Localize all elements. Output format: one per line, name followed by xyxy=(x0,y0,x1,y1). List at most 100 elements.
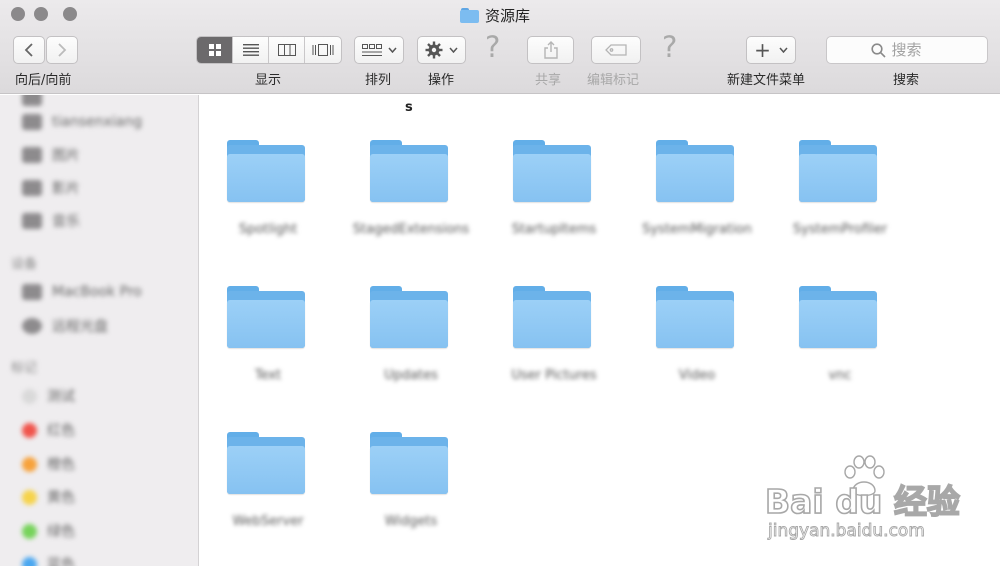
watermark-logo-text: Bai du 经验 xyxy=(764,481,960,522)
folder-icon xyxy=(227,140,305,202)
folder-icon xyxy=(799,286,877,348)
share-button[interactable] xyxy=(527,36,574,64)
sidebar-item-music[interactable]: 音乐 xyxy=(22,210,80,232)
sidebar-item-pictures[interactable]: 图片 xyxy=(22,144,80,166)
list-view-button[interactable] xyxy=(233,37,269,63)
back-button[interactable] xyxy=(13,36,45,64)
folder-icon xyxy=(370,286,448,348)
tag-dot-icon xyxy=(22,489,37,505)
arrange-grid-icon xyxy=(361,43,382,56)
sidebar-tag-item[interactable]: 测试 xyxy=(22,385,75,407)
sidebar-item-label: 图片 xyxy=(52,148,80,164)
cover-flow-view-button[interactable] xyxy=(305,37,341,63)
folder-name: Spotlight xyxy=(238,222,298,237)
folder-item[interactable]: Widgets xyxy=(341,432,481,542)
column-view-button[interactable] xyxy=(269,37,305,63)
edit-tags-button[interactable] xyxy=(591,36,641,64)
sidebar-tag-item[interactable]: 红色 xyxy=(22,419,75,441)
view-label: 显示 xyxy=(255,73,282,88)
camera-icon xyxy=(22,147,42,163)
folder-name: User Pictures xyxy=(511,368,597,383)
folder-icon xyxy=(460,7,479,23)
search-label: 搜索 xyxy=(893,73,920,88)
folder-item[interactable]: User Pictures xyxy=(484,286,624,396)
sidebar-tag-item[interactable]: 橙色 xyxy=(22,453,75,475)
sidebar-item-remote-disc[interactable]: 远程光盘 xyxy=(22,315,108,337)
action-label: 操作 xyxy=(428,73,455,88)
folder-icon xyxy=(227,286,305,348)
sidebar-heading-tags: 标记 xyxy=(11,361,38,376)
sidebar-tag-item[interactable]: 绿色 xyxy=(22,520,75,542)
list-icon xyxy=(242,44,259,56)
chevron-down-icon xyxy=(387,47,397,53)
arrange-button[interactable] xyxy=(354,36,404,64)
folder-name: Widgets xyxy=(384,514,438,529)
back-forward-label: 向后/向前 xyxy=(15,73,72,88)
folder-name: SystemMigration xyxy=(642,222,752,237)
sidebar-item-macbook[interactable]: MacBook Pro xyxy=(22,281,142,303)
sidebar-item-label: MacBook Pro xyxy=(52,284,142,300)
share-label: 共享 xyxy=(535,73,562,88)
laptop-icon xyxy=(22,284,42,300)
folder-name: StagedExtensions xyxy=(352,222,470,237)
folder-name: Video xyxy=(678,368,716,383)
sidebar-item-label: tiansenxiang xyxy=(52,114,143,130)
close-window-button[interactable] xyxy=(11,7,25,21)
help-icon: ? xyxy=(662,30,678,64)
sidebar-item-label: 影片 xyxy=(52,181,80,197)
folder-icon xyxy=(227,432,305,494)
arrange-label: 排列 xyxy=(365,73,392,88)
forward-button[interactable] xyxy=(46,36,78,64)
disc-icon xyxy=(22,318,42,334)
sidebar-tag-item[interactable]: 蓝色 xyxy=(22,553,75,566)
breadcrumb-fragment: s xyxy=(405,100,413,115)
tag-dot-icon xyxy=(22,456,37,472)
action-button[interactable] xyxy=(417,36,466,64)
folder-icon xyxy=(799,140,877,202)
zoom-window-button[interactable] xyxy=(63,7,77,21)
folder-item[interactable]: StartupItems xyxy=(484,140,624,250)
folder-item[interactable]: SystemProfiler xyxy=(770,140,910,250)
folder-name: vnc xyxy=(828,368,852,383)
sidebar-item-label: 测试 xyxy=(47,389,75,405)
folder-item[interactable]: Updates xyxy=(341,286,481,396)
folder-icon xyxy=(370,140,448,202)
folder-item[interactable]: SystemMigration xyxy=(627,140,767,250)
tag-dot-icon xyxy=(22,556,37,566)
sidebar-tag-item[interactable]: 黄色 xyxy=(22,486,75,508)
minimize-window-button[interactable] xyxy=(34,7,48,21)
folder-item[interactable]: vnc xyxy=(770,286,910,396)
sidebar-item-label: 蓝色 xyxy=(47,557,75,566)
folder-item[interactable]: WebServer xyxy=(198,432,338,542)
folder-icon xyxy=(370,432,448,494)
folder-name: Text xyxy=(254,368,282,383)
home-icon xyxy=(22,114,42,130)
sidebar-item-label: 远程光盘 xyxy=(52,319,108,335)
sidebar-item-home[interactable]: tiansenxiang xyxy=(22,111,142,133)
icon-view-button[interactable] xyxy=(197,37,233,63)
help-icon: ? xyxy=(485,30,501,64)
search-input[interactable] xyxy=(891,41,944,59)
folder-item[interactable]: Text xyxy=(198,286,338,396)
sidebar-icon xyxy=(22,95,42,106)
toolbar: 资源库 向后/向前 显示 排列 操作 ? 共享 编辑标记 ? + 新建文件菜单 … xyxy=(0,0,1000,94)
view-mode-segmented[interactable] xyxy=(196,36,342,64)
folder-item[interactable]: Spotlight xyxy=(198,140,338,250)
film-icon xyxy=(22,180,42,196)
search-icon xyxy=(870,42,886,58)
sidebar-item-label: 黄色 xyxy=(47,490,75,506)
search-field[interactable] xyxy=(826,36,988,64)
gear-icon xyxy=(425,41,443,59)
sidebar-item-label: 橙色 xyxy=(47,457,75,473)
new-folder-menu-label: 新建文件菜单 xyxy=(727,73,806,88)
folder-item[interactable]: StagedExtensions xyxy=(341,140,481,250)
sidebar-item-partial[interactable] xyxy=(22,95,42,109)
new-folder-menu-button[interactable]: + xyxy=(746,36,796,64)
window-title: 资源库 xyxy=(460,5,530,25)
sidebar: tiansenxiang 图片 影片 音乐 设备 MacBook Pro 远程光… xyxy=(0,95,199,566)
folder-item[interactable]: Video xyxy=(627,286,767,396)
columns-icon xyxy=(277,44,296,56)
tag-dot-icon xyxy=(22,422,37,438)
sidebar-item-movies[interactable]: 影片 xyxy=(22,177,80,199)
chevron-right-icon xyxy=(58,43,67,57)
